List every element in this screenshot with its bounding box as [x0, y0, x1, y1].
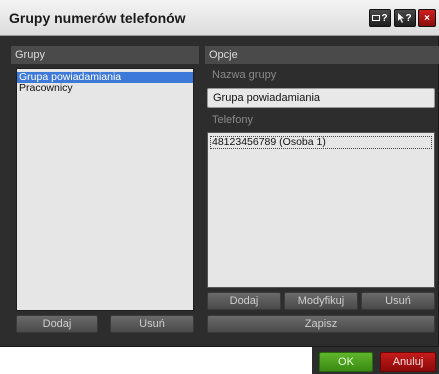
modify-phone-button[interactable]: Modyfikuj — [284, 292, 358, 310]
pointer-help-icon: ? — [398, 13, 412, 24]
ok-button[interactable]: OK — [319, 352, 373, 372]
window-title: Grupy numerów telefonów — [9, 10, 186, 26]
add-group-button[interactable]: Dodaj — [16, 315, 98, 333]
remove-group-button[interactable]: Usuń — [110, 315, 194, 333]
options-header: Opcje — [205, 46, 439, 64]
groups-header: Grupy — [11, 46, 199, 64]
phones-list[interactable]: 48123456789 (Osoba 1) — [207, 132, 435, 288]
remove-phone-button[interactable]: Usuń — [361, 292, 435, 310]
title-bar: Grupy numerów telefonów ? ? × — [0, 0, 439, 36]
dialog-window: Grupy numerów telefonów ? ? × Grupy Grup… — [0, 0, 439, 347]
add-phone-button[interactable]: Dodaj — [207, 292, 281, 310]
group-name-field[interactable]: Grupa powiadamiania — [207, 88, 435, 108]
list-item[interactable]: 48123456789 (Osoba 1) — [210, 136, 432, 149]
group-name-label: Nazwa grupy — [212, 69, 277, 81]
close-button[interactable]: × — [418, 9, 436, 27]
cancel-button[interactable]: Anuluj — [380, 352, 436, 372]
phones-label: Telefony — [212, 114, 253, 126]
save-button[interactable]: Zapisz — [207, 315, 435, 333]
groups-list[interactable]: Grupa powiadamiania Pracownicy — [16, 68, 194, 311]
help-window-button[interactable]: ? — [369, 9, 391, 27]
close-icon: × — [424, 12, 430, 24]
list-item[interactable]: Pracownicy — [17, 83, 193, 94]
help-pointer-button[interactable]: ? — [394, 9, 416, 27]
window-help-icon: ? — [372, 13, 388, 24]
